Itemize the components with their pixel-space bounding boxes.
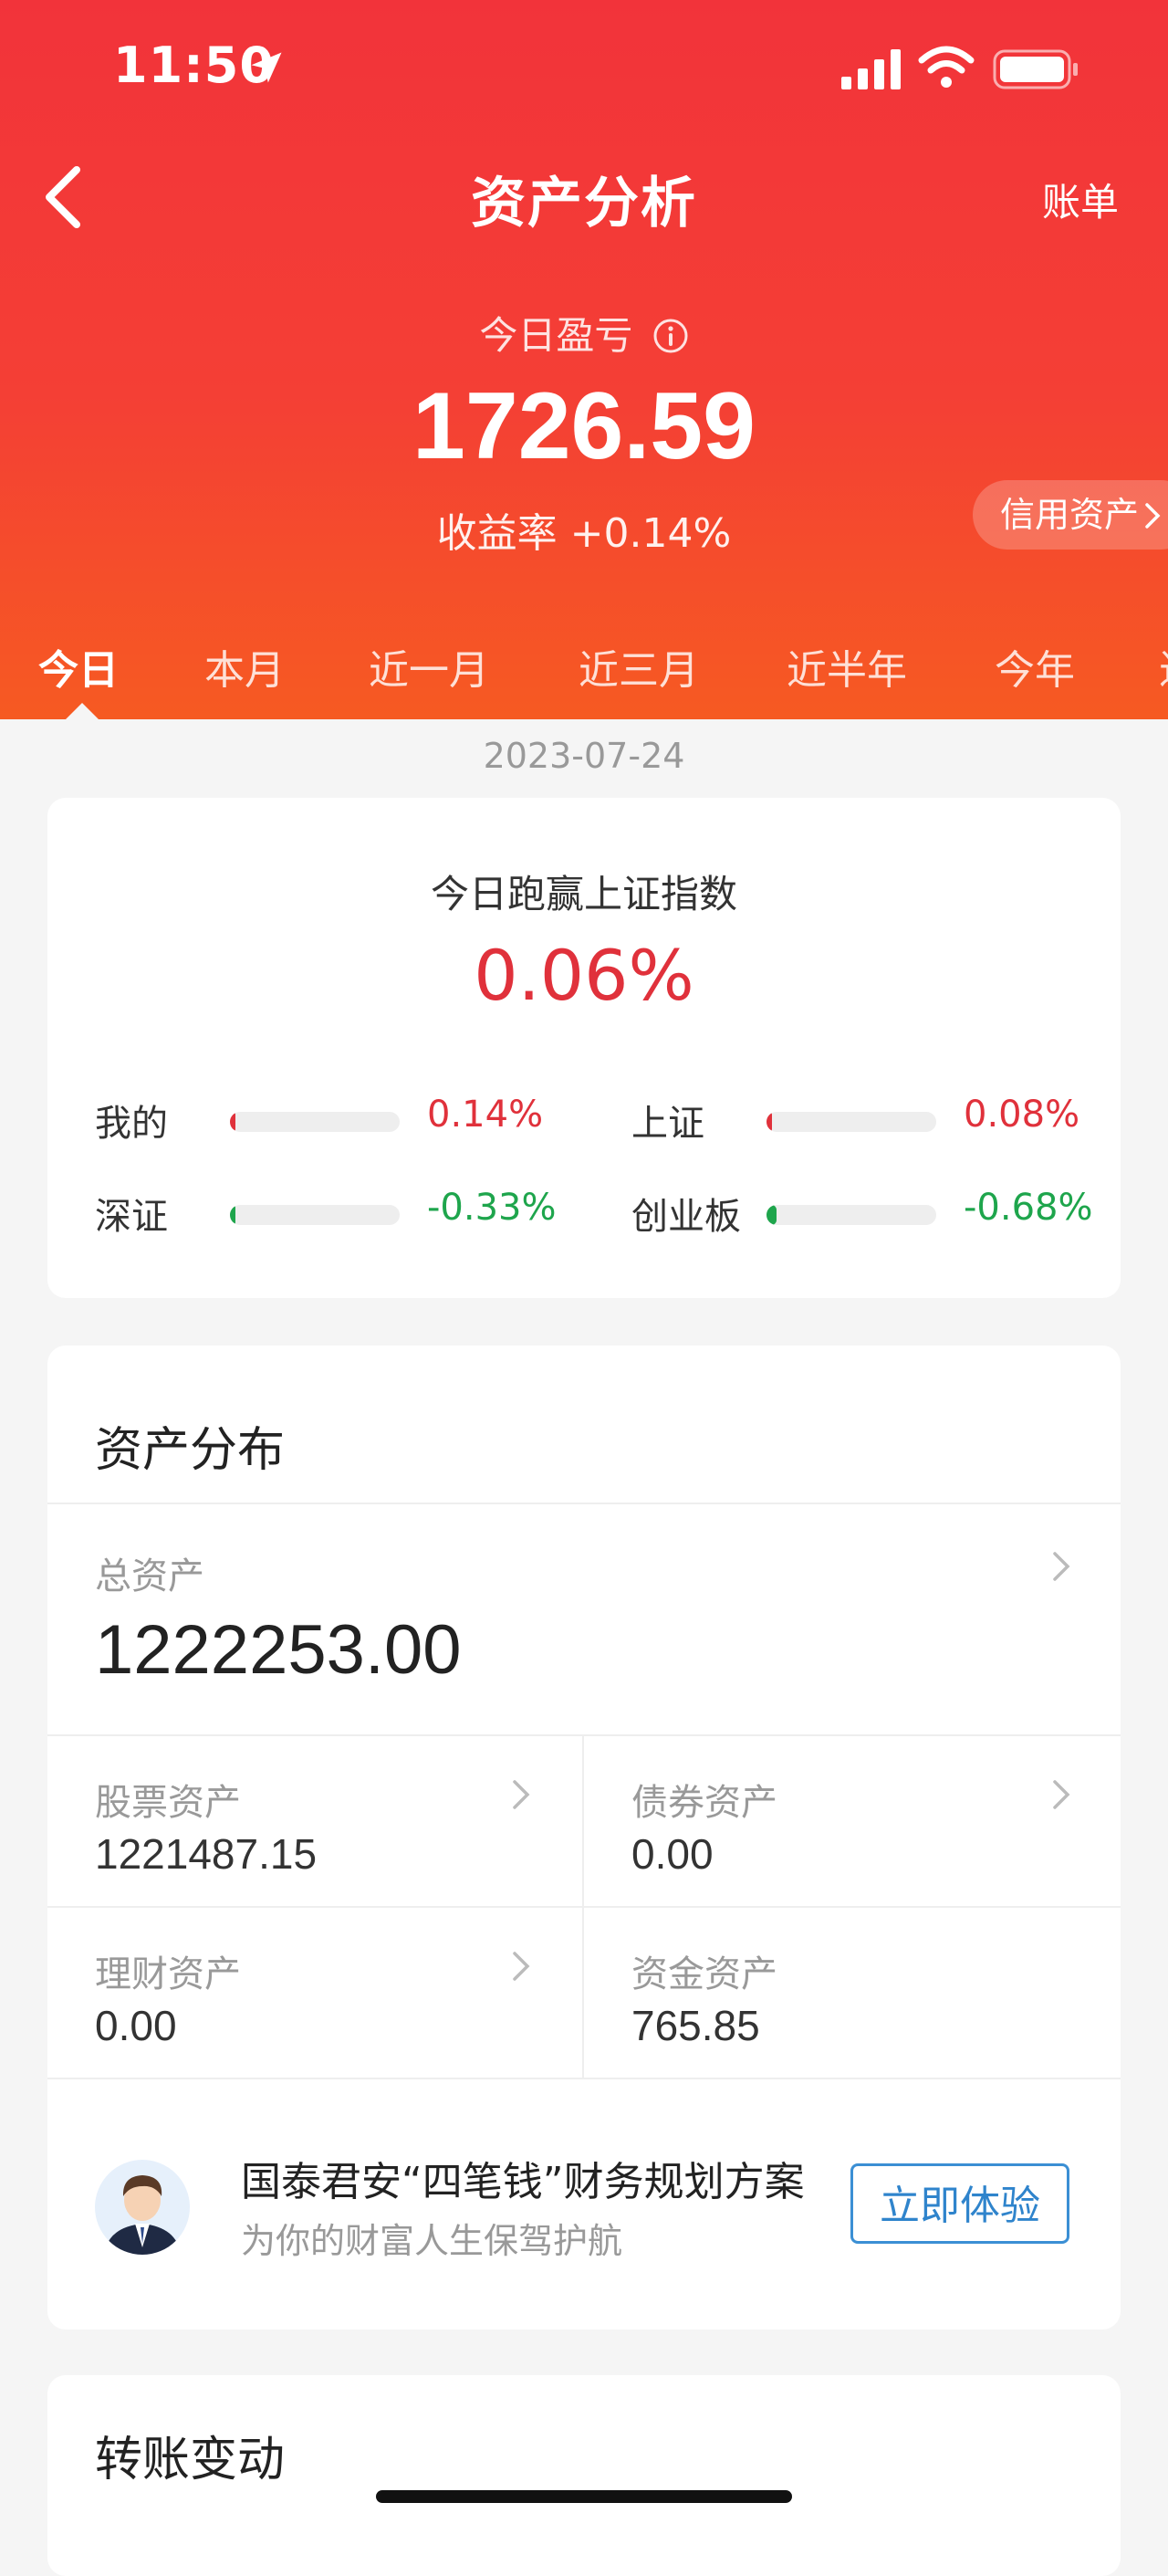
beat-index-value: 0.06% [474,935,694,1016]
compare-label: 我的 [95,1103,168,1145]
compare-bar-fill [230,1112,235,1132]
wealth-assets-cell[interactable]: 理财资产 0.00 [47,1908,582,2078]
header-hero: 11:50 资产分析 账单 今日盈亏 1726.59 收益率 +0.14% 信用… [0,0,1168,719]
location-arrow-icon [251,52,282,83]
wifi-icon [918,46,975,88]
stock-assets-cell[interactable]: 股票资产 1221487.15 [47,1736,582,1906]
info-icon[interactable] [652,318,689,354]
tab-more[interactable]: 近 [1159,637,1168,696]
chevron-right-icon [513,1780,530,1809]
credit-assets-button[interactable]: 信用资产 [972,480,1168,550]
bond-assets-label: 债券资产 [631,1782,777,1824]
asset-distribution-title: 资产分布 [95,1423,286,1478]
compare-bar [230,1112,400,1132]
asset-distribution-card: 资产分布 总资产 1222253.00 股票资产 1221487.15 债券资产… [47,1346,1121,2330]
compare-bar-fill [766,1112,772,1132]
cash-assets-label: 资金资产 [631,1953,777,1995]
compare-pct: 0.08% [964,1094,1080,1136]
cash-assets-cell: 资金资产 765.85 [584,1908,1121,2078]
total-assets-label: 总资产 [95,1555,204,1597]
transfer-changes-title: 转账变动 [95,2433,286,2487]
status-bar: 11:50 [0,0,1168,137]
period-tabs: 今日 本月 近一月 近三月 近半年 今年 近 [0,630,1168,719]
compare-bar [766,1205,936,1225]
stock-assets-value: 1221487.15 [95,1830,318,1878]
advisor-avatar-image [95,2160,190,2255]
today-pl-label: 今日盈亏 [0,305,1168,361]
advisor-avatar [95,2160,190,2255]
cellular-signal-icon [841,49,901,89]
compare-pct: -0.68% [964,1187,1093,1229]
bond-assets-value: 0.00 [631,1830,714,1878]
page-title: 资产分析 [471,172,697,236]
cash-assets-value: 765.85 [631,2002,760,2049]
chevron-right-icon [513,1952,530,1981]
tab-last-month[interactable]: 近一月 [369,637,489,696]
compare-pct: 0.14% [427,1094,544,1136]
tab-last-half-year[interactable]: 近半年 [787,637,907,696]
transfer-changes-card: 转账变动 [47,2375,1121,2576]
compare-label: 创业板 [631,1196,741,1238]
compare-bar-fill [230,1205,235,1225]
compare-bar [766,1112,936,1132]
promo-title: 国泰君安“四笔钱”财务规划方案 [241,2159,805,2205]
total-assets-row[interactable]: 总资产 1222253.00 [47,1504,1121,1734]
compare-bar [230,1205,400,1225]
bond-assets-cell[interactable]: 债券资产 0.00 [584,1736,1121,1906]
tab-this-year[interactable]: 今年 [995,637,1075,696]
today-pl-label-text: 今日盈亏 [479,313,633,358]
chevron-right-icon [1053,1552,1070,1581]
beat-index-card: 今日跑赢上证指数 0.06% 我的 0.14% 上证 0.08% 深证 -0.3… [47,798,1121,1298]
try-now-button[interactable]: 立即体验 [850,2163,1069,2244]
battery-icon [993,49,1078,89]
promo-subtitle: 为你的财富人生保驾护航 [241,2221,623,2261]
compare-label: 深证 [95,1196,168,1238]
home-indicator [376,2490,792,2503]
compare-pct: -0.33% [427,1187,557,1229]
credit-assets-label: 信用资产 [999,495,1139,535]
chevron-right-icon [1053,1780,1070,1809]
bill-link[interactable]: 账单 [1042,172,1119,227]
today-pl-value: 1726.59 [412,373,756,479]
tab-today[interactable]: 今日 [38,637,119,696]
wealth-assets-value: 0.00 [95,2002,177,2049]
beat-index-title: 今日跑赢上证指数 [430,872,737,916]
report-date: 2023-07-24 [483,736,685,776]
stock-assets-label: 股票资产 [95,1782,241,1824]
total-assets-value: 1222253.00 [95,1611,462,1689]
tab-indicator [66,703,99,719]
compare-label: 上证 [631,1103,704,1145]
compare-bar-fill [766,1205,777,1225]
tab-this-month[interactable]: 本月 [204,637,285,696]
wealth-assets-label: 理财资产 [95,1953,241,1995]
divider [47,2078,1121,2079]
tab-last-3-months[interactable]: 近三月 [579,637,699,696]
chevron-right-icon [1145,503,1161,529]
